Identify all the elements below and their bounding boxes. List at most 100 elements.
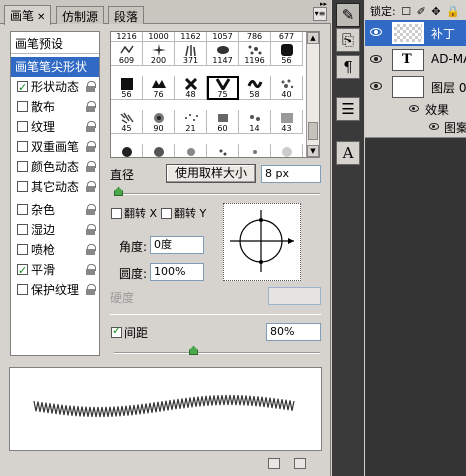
preset-scrollbar[interactable]: ▲ ▼	[306, 32, 319, 157]
roundness-field[interactable]: 100%	[150, 263, 204, 281]
preset-cell[interactable]: 56	[271, 42, 303, 66]
use-sample-size-button[interactable]: 使用取样大小	[166, 164, 256, 183]
diameter-slider-thumb[interactable]	[114, 187, 123, 196]
option-airbrush[interactable]: 喷枪	[11, 240, 99, 260]
flip-y-checkbox[interactable]	[161, 208, 172, 219]
lock-transparency-icon[interactable]: ☐	[401, 5, 411, 18]
eye-icon[interactable]	[370, 82, 382, 90]
scroll-thumb[interactable]	[308, 122, 318, 140]
preset-cell[interactable]: 21	[175, 110, 207, 134]
eye-icon[interactable]	[409, 105, 419, 112]
preset-cell[interactable]: 43	[271, 110, 303, 134]
eye-icon[interactable]	[429, 123, 439, 130]
scroll-down-icon[interactable]: ▼	[307, 145, 319, 157]
preset-cell[interactable]	[111, 144, 143, 157]
preset-cell[interactable]: 609	[111, 42, 143, 66]
paragraph-icon[interactable]: ¶	[336, 55, 360, 79]
layer-row[interactable]: 补丁	[365, 20, 466, 46]
lock-icon[interactable]	[86, 264, 96, 275]
lock-icon[interactable]	[86, 101, 96, 112]
lock-all-icon[interactable]: 🔒	[446, 5, 460, 18]
wet-edges-checkbox[interactable]	[17, 224, 28, 235]
new-preset-icon[interactable]	[268, 458, 280, 469]
diameter-slider-track[interactable]	[114, 193, 320, 195]
scattering-checkbox[interactable]	[17, 101, 28, 112]
preset-cell[interactable]: 90	[143, 110, 175, 134]
texture-checkbox[interactable]	[17, 121, 28, 132]
preset-cell[interactable]: 56	[111, 76, 143, 100]
option-color-dynamics[interactable]: 颜色动态	[11, 157, 99, 177]
protect-texture-checkbox[interactable]	[17, 284, 28, 295]
smoothing-checkbox[interactable]	[17, 261, 28, 281]
option-shape-dynamics[interactable]: 形状动态	[11, 77, 99, 98]
preset-cell[interactable]: 76	[143, 76, 175, 100]
lock-icon[interactable]	[86, 141, 96, 152]
angle-field[interactable]: 0度	[150, 236, 204, 254]
angle-roundness-control[interactable]	[223, 203, 301, 281]
preset-cell[interactable]	[143, 144, 175, 157]
option-protect-texture[interactable]: 保护纹理	[11, 280, 99, 300]
shape-dynamics-checkbox[interactable]	[17, 78, 28, 98]
tab-brush[interactable]: 画笔 ✕	[4, 5, 52, 25]
lock-icon[interactable]	[86, 161, 96, 172]
spacing-slider-thumb[interactable]	[189, 346, 198, 355]
option-scattering[interactable]: 散布	[11, 97, 99, 117]
option-dual-brush[interactable]: 双重画笔	[11, 137, 99, 157]
tab-paragraph[interactable]: 段落	[108, 6, 145, 24]
brush-presets-item[interactable]: 画笔预设	[11, 34, 99, 54]
other-dynamics-checkbox[interactable]	[17, 181, 28, 192]
option-smoothing[interactable]: 平滑	[11, 260, 99, 281]
preset-cell[interactable]: 677	[271, 32, 303, 42]
preset-cell[interactable]: 1162	[175, 32, 207, 42]
lock-icon[interactable]	[86, 204, 96, 215]
preset-cell-selected[interactable]: 75	[207, 76, 239, 100]
preset-cell[interactable]: 1000	[143, 32, 175, 42]
type-icon[interactable]: A	[336, 141, 360, 165]
option-texture[interactable]: 纹理	[11, 117, 99, 137]
preset-cell[interactable]: 1196	[239, 42, 271, 66]
spacing-slider-track[interactable]	[114, 352, 320, 354]
lock-icon[interactable]	[86, 181, 96, 192]
noise-checkbox[interactable]	[17, 204, 28, 215]
preset-cell[interactable]: 371	[175, 42, 207, 66]
close-icon[interactable]: ✕	[37, 12, 45, 23]
flip-x-checkbox[interactable]	[111, 208, 122, 219]
lock-icon[interactable]	[86, 284, 96, 295]
option-other-dynamics[interactable]: 其它动态	[11, 177, 99, 197]
brush-tip-shape-item[interactable]: 画笔笔尖形状	[11, 57, 99, 77]
preset-cell[interactable]: 200	[143, 42, 175, 66]
preset-cell[interactable]	[175, 144, 207, 157]
lock-icon[interactable]	[86, 224, 96, 235]
lock-position-icon[interactable]: ✥	[431, 5, 440, 18]
layer-row[interactable]: T AD-MAG	[365, 47, 466, 73]
preset-cell[interactable]: 1057	[207, 32, 239, 42]
clone-source-icon[interactable]: ⎘	[336, 28, 360, 52]
preset-cell[interactable]: 40	[271, 76, 303, 100]
preset-cell[interactable]	[271, 144, 303, 157]
preset-cell[interactable]: 1147	[207, 42, 239, 66]
lock-icon[interactable]	[86, 244, 96, 255]
lock-image-icon[interactable]: ✐	[417, 5, 426, 18]
preset-cell[interactable]: 14	[239, 110, 271, 134]
spacing-checkbox[interactable]	[111, 324, 122, 338]
tab-clone-source[interactable]: 仿制源	[56, 6, 105, 24]
preset-cell[interactable]: 786	[239, 32, 271, 42]
preset-cell[interactable]: 45	[111, 110, 143, 134]
spacing-field[interactable]: 80%	[266, 323, 321, 341]
preset-cell[interactable]: 1216	[111, 32, 143, 42]
scroll-up-icon[interactable]: ▲	[307, 32, 319, 44]
eye-icon[interactable]	[370, 55, 382, 63]
lock-icon[interactable]	[86, 81, 96, 92]
preset-cell[interactable]	[239, 144, 271, 157]
preset-cell[interactable]: 48	[175, 76, 207, 100]
brush-tool-icon[interactable]: ✎	[336, 3, 360, 27]
lock-icon[interactable]	[86, 121, 96, 132]
dual-brush-checkbox[interactable]	[17, 141, 28, 152]
eye-icon[interactable]	[370, 28, 382, 36]
option-wet-edges[interactable]: 湿边	[11, 220, 99, 240]
option-noise[interactable]: 杂色	[11, 200, 99, 220]
preset-cell[interactable]: 58	[239, 76, 271, 100]
layer-row[interactable]: 图层 0	[365, 74, 466, 100]
preset-cell[interactable]	[207, 144, 239, 157]
preset-cell[interactable]: 60	[207, 110, 239, 134]
